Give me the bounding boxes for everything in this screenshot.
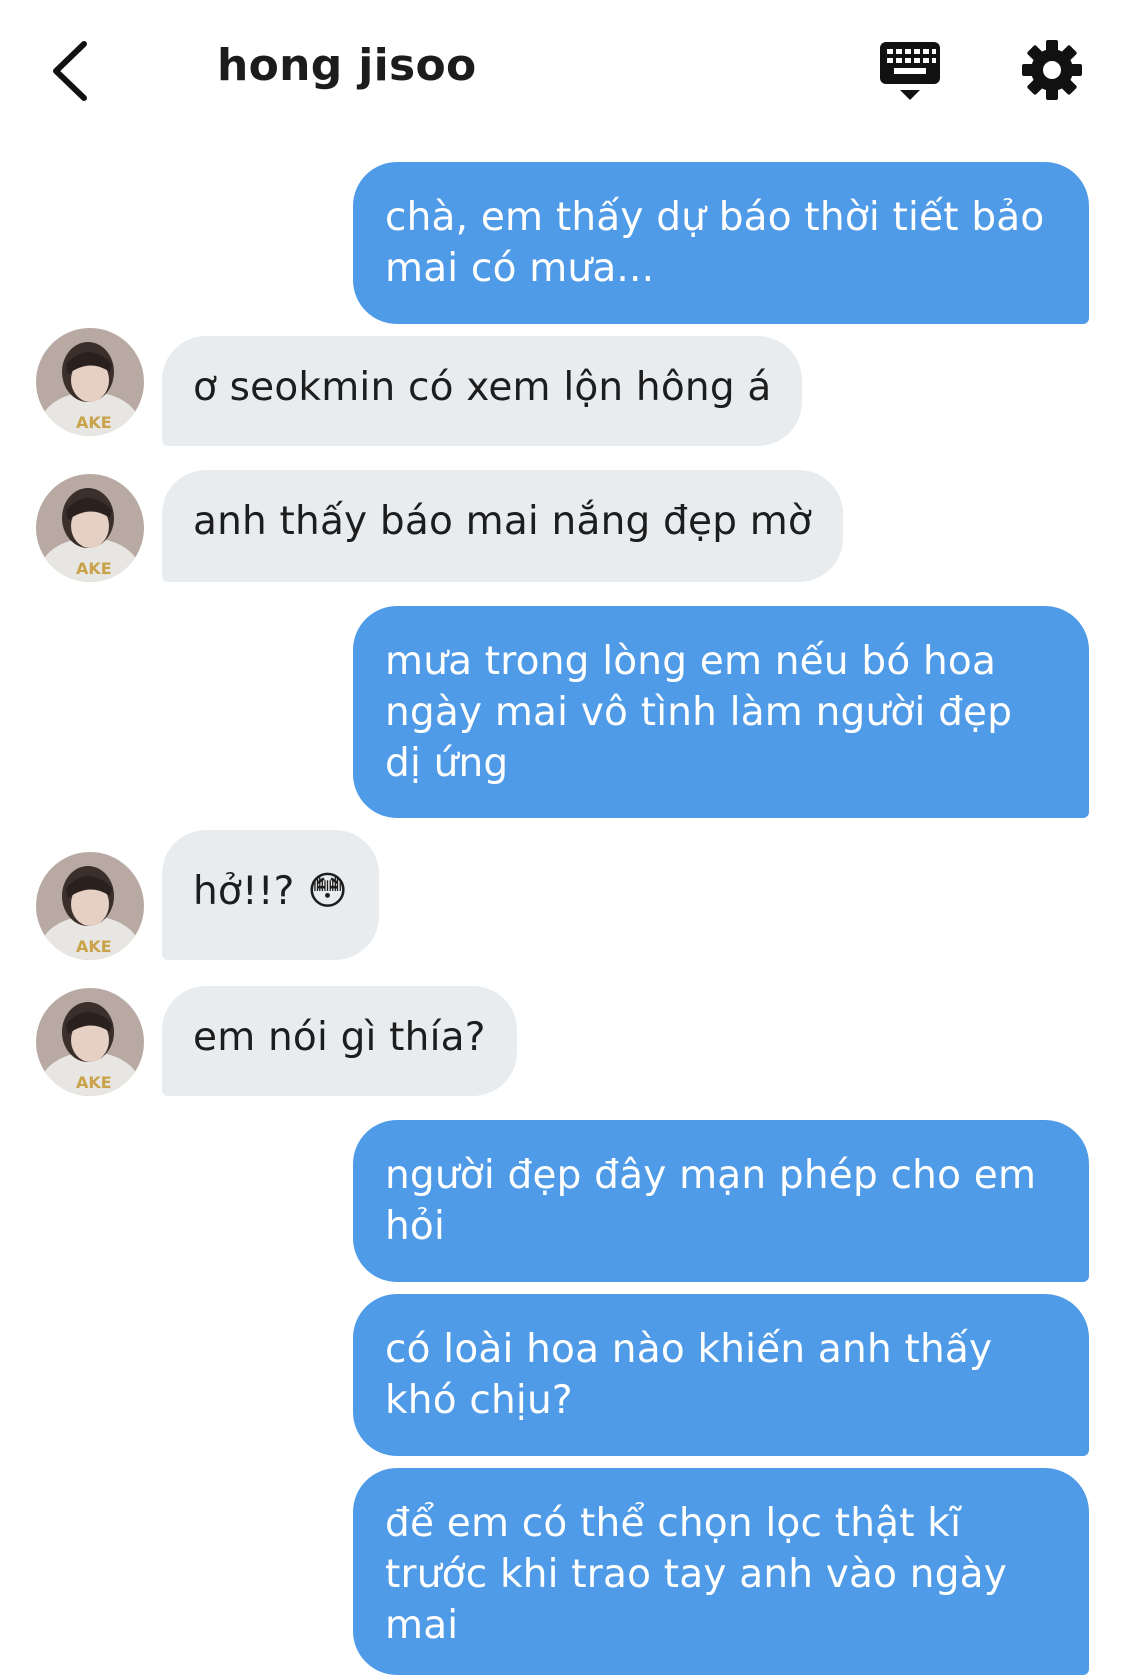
svg-text:AKE: AKE	[76, 1073, 112, 1092]
sent-message-bubble[interactable]: để em có thể chọn lọc thật kĩ trước khi …	[353, 1468, 1089, 1675]
contact-name[interactable]: hong jisoo	[217, 40, 477, 91]
sent-message-bubble[interactable]: có loài hoa nào khiến anh thấy khó chịu?	[353, 1294, 1089, 1456]
received-message-bubble[interactable]: ơ seokmin có xem lộn hông á	[162, 336, 803, 446]
svg-text:AKE: AKE	[76, 937, 112, 956]
svg-text:AKE: AKE	[76, 559, 112, 578]
avatar[interactable]: AKE	[36, 328, 144, 436]
svg-text:AKE: AKE	[76, 413, 112, 432]
chat-header: hong jisoo	[0, 0, 1125, 150]
received-message-bubble[interactable]: anh thấy báo mai nắng đẹp mờ	[162, 470, 843, 582]
sent-message-bubble[interactable]: người đẹp đây mạn phép cho em hỏi	[353, 1120, 1089, 1282]
avatar[interactable]: AKE	[36, 852, 144, 960]
gear-icon	[1022, 40, 1082, 100]
avatar[interactable]: AKE	[36, 474, 144, 582]
chevron-left-icon	[53, 41, 87, 101]
chat-screen: hong jisoo chà, em thấy dự báo thời tiết…	[0, 0, 1125, 1675]
avatar[interactable]: AKE	[36, 988, 144, 1096]
received-message-bubble[interactable]: hở!!? 😳	[162, 830, 380, 960]
keyboard-icon	[880, 42, 940, 100]
back-button[interactable]	[40, 38, 100, 104]
received-message-bubble[interactable]: em nói gì thía?	[162, 986, 517, 1096]
sent-message-bubble[interactable]: mưa trong lòng em nếu bó hoa ngày mai vô…	[353, 606, 1089, 818]
keyboard-button[interactable]	[875, 40, 945, 106]
sent-message-bubble[interactable]: chà, em thấy dự báo thời tiết bảo mai có…	[353, 162, 1089, 324]
settings-button[interactable]	[1020, 38, 1084, 102]
